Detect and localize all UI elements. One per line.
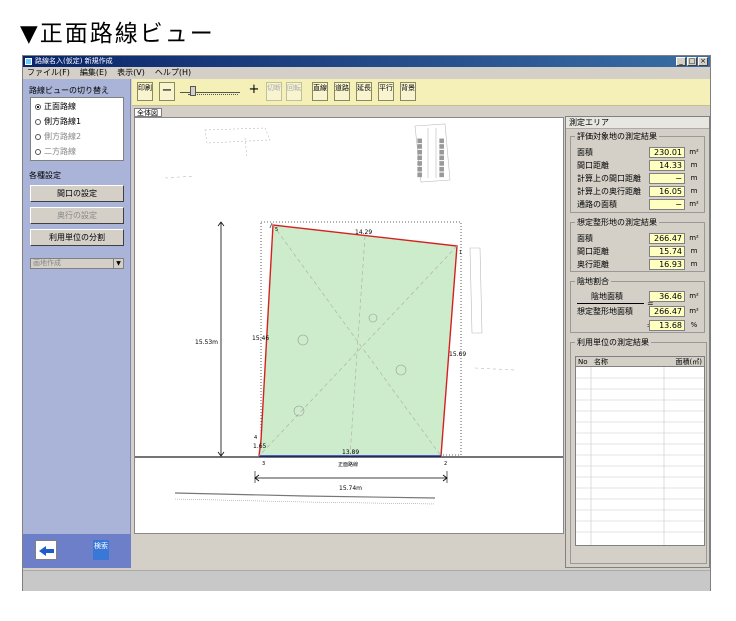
page-heading: ▼正面路線ビュー bbox=[20, 21, 215, 47]
radio-dot-icon bbox=[35, 133, 41, 140]
search-button[interactable]: 検索 bbox=[93, 540, 109, 560]
height-dimension-label: 15.53m bbox=[195, 339, 218, 346]
zoom-out-button[interactable]: − bbox=[159, 82, 175, 101]
measurement-panel: 測定エリア 評価対象地の測定結果 面積 230.01 m² 間口距離 14.33 m 計… bbox=[565, 116, 710, 568]
corner-label-3: 3 bbox=[262, 461, 265, 467]
extend-button[interactable]: 延長 bbox=[356, 82, 372, 101]
eval-calc-frontage-row: 計算上の間口距離 − m bbox=[577, 173, 698, 184]
title-bar: 路線名入(仮定) 新規作成 _ □ × bbox=[23, 56, 710, 67]
frontage-setting-button[interactable]: 間口の設定 bbox=[30, 185, 124, 202]
eval-area-row: 面積 230.01 m² bbox=[577, 147, 699, 158]
fraction-line bbox=[577, 303, 644, 304]
drawing-canvas[interactable]: ■■■■■■■ ■■■■■■■ 14.29 15.53m 15.46 15.69… bbox=[134, 117, 564, 534]
route-switch-label: 路線ビューの切り替え bbox=[29, 86, 109, 95]
depth-setting-button[interactable]: 奥行の設定 bbox=[30, 207, 124, 224]
menu-view[interactable]: 表示(V) bbox=[117, 67, 145, 79]
road-label: 正面路線 bbox=[338, 461, 358, 468]
radio-dot-icon bbox=[35, 118, 41, 125]
usage-unit-group: 利用単位の測定結果 No 名称 面積(㎡) bbox=[570, 337, 707, 564]
straight-line-button[interactable]: 直線 bbox=[312, 82, 328, 101]
menu-file[interactable]: ファイル(F) bbox=[27, 67, 70, 79]
print-button[interactable]: 印刷 bbox=[137, 82, 153, 101]
eval-calc-depth-row: 計算上の奥行距離 16.05 m bbox=[577, 186, 698, 197]
chevron-down-icon[interactable]: ▼ bbox=[113, 259, 123, 268]
menu-help[interactable]: ヘルプ(H) bbox=[155, 67, 191, 79]
left-panel: 路線ビューの切り替え 正面路線 側方路線1 側方路線2 二方路線 各種設定 間口… bbox=[23, 79, 131, 568]
assumed-area-denominator-row: 想定整形地面積 266.47 m² bbox=[577, 306, 699, 317]
col-area: 面積(㎡) bbox=[675, 358, 702, 366]
col-name: 名称 bbox=[594, 358, 608, 366]
app-icon bbox=[25, 58, 32, 65]
usage-table-header: No 名称 面積(㎡) bbox=[576, 357, 704, 367]
slider-thumb[interactable] bbox=[190, 86, 196, 96]
radio-side-route-2[interactable]: 側方路線2 bbox=[35, 131, 81, 142]
svg-text:■■■■■■■: ■■■■■■■ bbox=[416, 138, 423, 178]
right-edge-length: 15.69 bbox=[449, 351, 466, 358]
minimize-icon[interactable]: _ bbox=[676, 57, 686, 66]
target-parcel-fill bbox=[259, 225, 457, 456]
route-radio-group: 正面路線 側方路線1 側方路線2 二方路線 bbox=[30, 97, 124, 161]
eval-frontage-row: 間口距離 14.33 m bbox=[577, 160, 698, 171]
shade-percentage-row: ⇒ 13.68 % bbox=[577, 320, 700, 331]
corner-label-2: 2 bbox=[444, 461, 447, 467]
shade-ratio-group: 陰地割合 陰地面積 36.46 m² = 想定整形地面積 266.47 m² ⇒… bbox=[570, 276, 705, 333]
corner-label-5: 5 bbox=[275, 227, 278, 233]
back-button[interactable] bbox=[35, 540, 57, 560]
assumed-frontage-row: 間口距離 15.74 m bbox=[577, 246, 698, 257]
window-controls: _ □ × bbox=[676, 57, 708, 66]
shade-area-row: 陰地面積 36.46 m² bbox=[591, 291, 699, 302]
corner-label-4: 4 bbox=[254, 435, 257, 441]
rotate-button[interactable]: 回転 bbox=[286, 82, 302, 101]
window-title: 路線名入(仮定) 新規作成 bbox=[35, 57, 113, 65]
usage-unit-table[interactable]: No 名称 面積(㎡) bbox=[575, 356, 705, 546]
left-edge-length: 15.46 bbox=[252, 335, 269, 342]
col-no: No bbox=[578, 358, 588, 366]
zoom-slider[interactable] bbox=[180, 84, 240, 99]
status-bar bbox=[23, 570, 710, 591]
radio-two-way-route[interactable]: 二方路線 bbox=[35, 146, 76, 157]
svg-text:■■■■■■■: ■■■■■■■ bbox=[438, 138, 445, 178]
assumed-area-row: 面積 266.47 m² bbox=[577, 233, 699, 244]
maximize-icon[interactable]: □ bbox=[687, 57, 697, 66]
radio-side-route-1[interactable]: 側方路線1 bbox=[35, 116, 81, 127]
background-button[interactable]: 背景 bbox=[400, 82, 416, 101]
app-window: 路線名入(仮定) 新規作成 _ □ × ファイル(F) 編集(E) 表示(V) … bbox=[22, 55, 711, 591]
cut-button[interactable]: 切断 bbox=[266, 82, 282, 101]
assumed-group: 想定整形地の測定結果 面積 266.47 m² 間口距離 15.74 m 奥行距離 16.… bbox=[570, 217, 705, 272]
tab-overview[interactable]: 全体図 bbox=[134, 108, 162, 117]
radio-dot-icon bbox=[35, 103, 41, 110]
road-button[interactable]: 道路 bbox=[334, 82, 350, 101]
usage-table-grid bbox=[576, 367, 704, 545]
toolbar: 印刷 − + 切断 回転 直線 道路 延長 平行 背景 bbox=[132, 79, 710, 106]
site-plan-drawing: ■■■■■■■ ■■■■■■■ 14.29 15.53m 15.46 15.69… bbox=[135, 123, 563, 505]
corner-label-1: 1 bbox=[459, 250, 462, 256]
evaluation-group: 評価対象地の測定結果 面積 230.01 m² 間口距離 14.33 m 計算上の間口距… bbox=[570, 131, 705, 213]
mode-select[interactable]: 画地作成 ▼ bbox=[30, 258, 124, 269]
frontage-total-label: 15.74m bbox=[339, 485, 362, 492]
assumed-depth-row: 奥行距離 16.93 m bbox=[577, 259, 698, 270]
eval-passage-area-row: 通路の面積 − m² bbox=[577, 199, 699, 210]
radio-front-route[interactable]: 正面路線 bbox=[35, 101, 76, 112]
background-map-text: ■■■■■■■ ■■■■■■■ bbox=[416, 138, 445, 178]
radio-dot-icon bbox=[35, 148, 41, 155]
split-unit-button[interactable]: 利用単位の分割 bbox=[30, 229, 124, 246]
settings-label: 各種設定 bbox=[29, 171, 61, 180]
measurement-panel-title: 測定エリア bbox=[566, 117, 709, 129]
menu-edit[interactable]: 編集(E) bbox=[80, 67, 107, 79]
zoom-in-button[interactable]: + bbox=[246, 82, 262, 101]
bottom-edge-length: 13.89 bbox=[342, 449, 359, 456]
parallel-button[interactable]: 平行 bbox=[378, 82, 394, 101]
small-edge-length: 1.65 bbox=[253, 443, 267, 450]
close-icon[interactable]: × bbox=[698, 57, 708, 66]
menu-bar: ファイル(F) 編集(E) 表示(V) ヘルプ(H) bbox=[23, 67, 710, 79]
top-edge-length: 14.29 bbox=[355, 229, 372, 236]
